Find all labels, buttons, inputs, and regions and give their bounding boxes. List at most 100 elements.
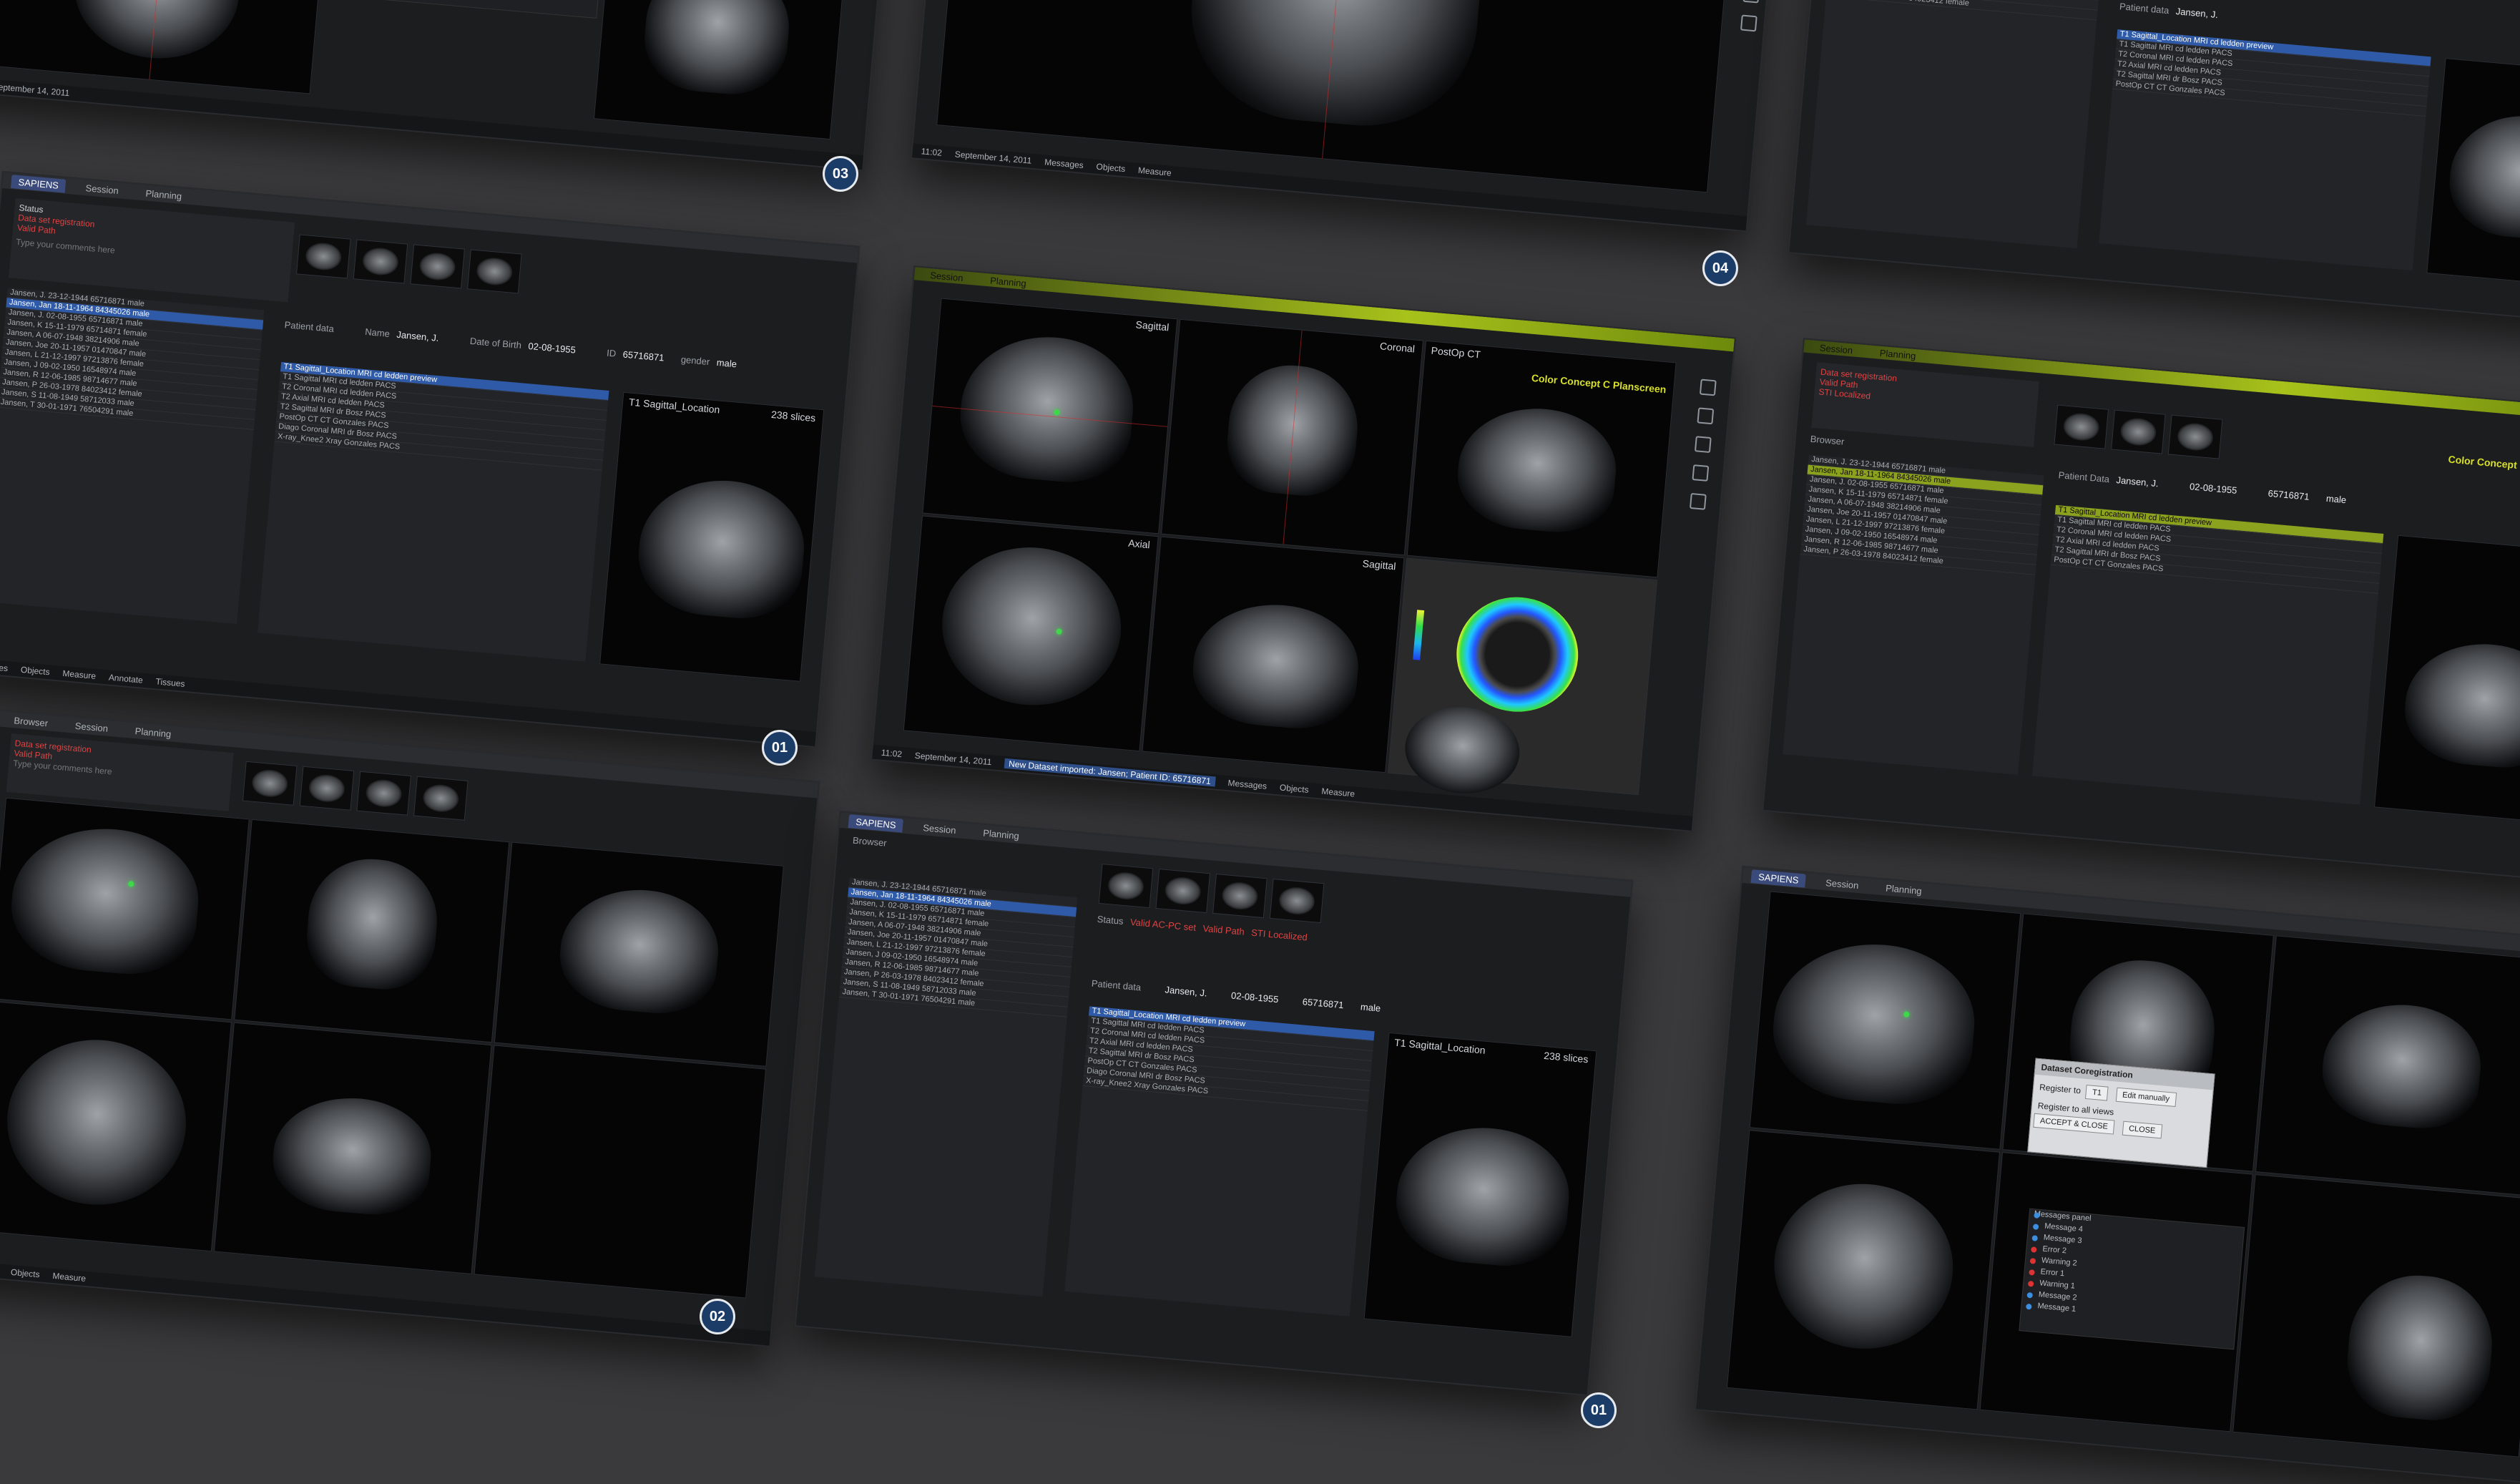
register-select[interactable]: T1 [2085,1084,2109,1101]
brain-scan [1188,597,1363,733]
preview-viewport[interactable] [2373,534,2520,823]
patient-data-title: Patient data Jansen, J. [2119,1,2219,20]
ct-scan [1453,401,1621,537]
bottom-tab[interactable]: Measure [1321,786,1355,799]
series-tree[interactable]: T1 Sagittal_Location MRI cd ledden previ… [2031,504,2384,805]
viewport-sagittal-2[interactable] [213,1022,492,1274]
viewport-axial[interactable]: Axial [903,515,1159,752]
tab-session[interactable]: Session [1812,340,1860,358]
viewport-postop-ct[interactable] [494,841,784,1067]
series-thumbnail[interactable] [299,766,355,811]
series-thumbnail[interactable] [1269,879,1325,924]
series-thumbnail[interactable] [2054,404,2109,449]
viewport-axial[interactable] [0,0,327,94]
close-button[interactable]: CLOSE [2122,1121,2163,1139]
browser-title: Browser [1810,434,1845,447]
bottom-tab[interactable]: Measure [1138,165,1172,178]
series-thumbnail[interactable] [1098,864,1154,909]
series-thumbnail[interactable] [353,239,408,284]
tab-session[interactable]: Session [923,268,971,285]
bottom-tab[interactable]: Objects [20,665,50,677]
viewport-sagittal[interactable] [1749,891,2021,1150]
tab-session[interactable]: Session [67,718,116,736]
bottom-tab[interactable]: Messages [0,660,9,673]
brain-scan [1767,1176,1960,1357]
series-thumbnail[interactable] [2111,409,2166,454]
viewport-sagittal[interactable]: Sagittal [922,298,1178,534]
step-badge: 01 [762,730,798,766]
bottom-tab[interactable]: Measure [52,1271,87,1284]
viewport-heatmap[interactable] [1388,557,1658,799]
patient-id: 65716871 [2267,487,2310,502]
viewport-postop-ct[interactable]: PostOp CT Color Concept C Planscreen [1406,340,1677,578]
preview-viewport[interactable]: T1 Sagittal_Location 238 slices [599,391,825,682]
tab-session[interactable]: Session [916,820,964,838]
tab-planning[interactable]: Planning [138,185,190,203]
series-table[interactable]: T1 Sagittal_Location MRI cd ledden previ… [1064,1006,1375,1317]
tab-browser[interactable]: Browser [6,713,56,731]
brain-scan [1768,935,1981,1110]
zoom-icon[interactable] [1694,436,1712,454]
search-icon[interactable] [1697,407,1715,425]
viewport-axial[interactable] [0,1000,232,1252]
series-thumbnail[interactable] [2167,414,2223,459]
contrast-icon[interactable] [1692,464,1710,482]
patient-list[interactable]: Jansen, J. 23-12-1944 65716871 male Jans… [1783,454,2044,775]
viewport-sagittal[interactable] [0,797,250,1020]
viewport-coronal[interactable] [593,0,847,140]
brain-scan [2445,109,2520,244]
series-table[interactable]: T1 Sagittal_Location MRI cd ledden previ… [2099,29,2431,271]
series-thumbnail[interactable] [467,249,522,294]
viewport-coronal[interactable]: Coronal [1161,318,1424,556]
series-thumbnail[interactable] [1155,869,1211,914]
ct-scan [555,883,723,1018]
viewport-coronal-2[interactable] [2232,1174,2520,1458]
tab-planning[interactable]: Planning [976,825,1027,843]
series-table[interactable]: T1 Sagittal_Location MRI cd ledden previ… [258,361,609,662]
section-title: Patient data [284,319,335,335]
messages-panel-small: Error 1 Warning 2 Message 3 Message 4 [324,0,604,19]
series-thumbnail[interactable] [413,776,469,821]
tool-icon[interactable] [1742,0,1760,4]
bottom-tab[interactable]: Messages [1227,778,1268,791]
viewport-postop-ct[interactable] [2255,935,2520,1198]
bottom-tab[interactable]: Objects [1279,782,1309,794]
brain-scan [1182,0,1491,135]
series-thumbnail[interactable] [410,244,465,289]
bottom-tab[interactable]: Measure [62,668,97,681]
patient-list[interactable]: Jansen, J. 23-12-1944 65716871 male Jans… [1805,0,2106,249]
brain-scan [633,473,810,624]
accept-button[interactable]: ACCEPT & CLOSE [2033,1113,2115,1135]
viewport-sagittal-2[interactable]: Sagittal [1142,536,1405,773]
viewport-tractography[interactable] [474,1045,767,1299]
viewport-coronal[interactable] [234,819,510,1043]
measure-icon[interactable] [1689,492,1707,510]
series-thumbnail[interactable] [242,761,298,806]
tab-planning[interactable]: Planning [1878,880,1929,898]
tab-session[interactable]: Session [1818,875,1867,893]
tab-planning[interactable]: Planning [1872,345,1923,363]
status-item: Valid Path [1202,922,1245,937]
bottom-tab[interactable]: Messages [1044,157,1084,170]
tool-icon[interactable] [1740,14,1757,32]
tab-planning[interactable]: Planning [983,273,1034,291]
series-thumbnail[interactable] [356,771,411,816]
view-label: Coronal [1379,340,1416,355]
tab-session[interactable]: Session [78,180,127,198]
tab-planning[interactable]: Planning [127,723,179,741]
bottom-tab[interactable]: Objects [10,1267,40,1279]
bottom-tab[interactable]: Objects [1096,162,1126,174]
patient-header: Patient data Name Jansen, J. Date of Bir… [284,319,737,369]
patient-list[interactable]: Jansen, J. 23-12-1944 65716871 male Jans… [814,877,1078,1297]
preview-viewport[interactable]: T1 Sagittal_Location 238 slices [1363,1032,1597,1337]
series-thumbnail[interactable] [1212,874,1268,919]
preview-viewport[interactable] [2426,58,2520,286]
bottom-tab[interactable]: Annotate [108,673,143,685]
viewport-axial[interactable] [1726,1130,2001,1410]
series-thumbnail[interactable] [295,234,351,279]
patient-list[interactable]: Jansen, J. 23-12-1944 65716871 male Jans… [0,288,265,624]
edit-manually-button[interactable]: Edit manually [2115,1087,2177,1107]
bottom-tab[interactable]: Tissues [155,676,185,689]
panel-top-right: Jansen, J. 23-12-1944 65716871 male Jans… [1788,0,2520,323]
move-icon[interactable] [1699,379,1717,396]
